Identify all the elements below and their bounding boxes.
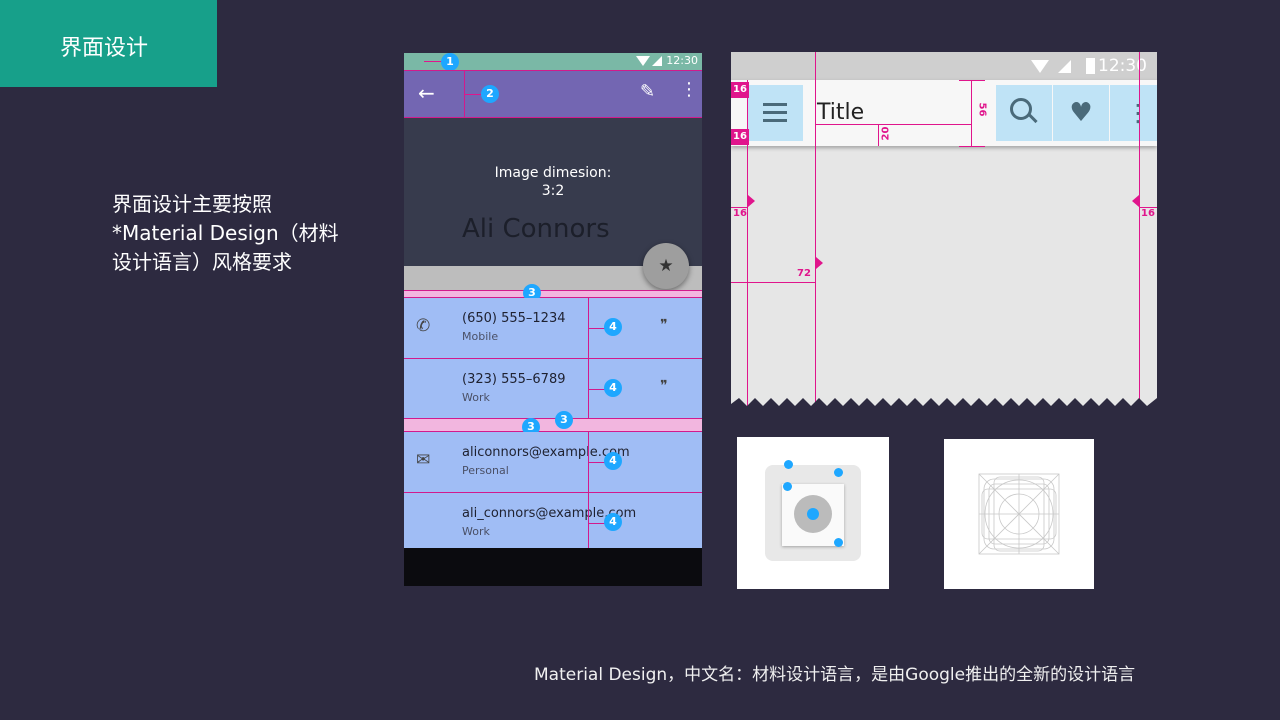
chat-icon[interactable]: ❞ [660, 317, 668, 333]
margin-label-16: 16 [1141, 208, 1155, 219]
image-dimension-line1: Image dimesion: [494, 165, 612, 181]
keyline [464, 71, 465, 119]
image-dimension-line2: 3:2 [541, 183, 565, 199]
marker [1132, 195, 1139, 207]
desc-line-3: 设计语言）风格要求 [112, 250, 292, 274]
list-item[interactable]: ali_connors@example.com Work 4 [404, 493, 702, 554]
margin-label-16: 16 [731, 129, 749, 145]
slide-footer: Material Design，中文名：材料设计语言，是由Google推出的全新… [534, 665, 1136, 685]
signal-icon [652, 56, 662, 66]
slide-title: 界面设计 [60, 36, 149, 61]
badge-4: 4 [604, 379, 622, 397]
badge-1 [784, 460, 793, 469]
contact-name: Ali Connors [462, 214, 610, 244]
badge-3 [783, 482, 792, 491]
badge-4: 4 [604, 452, 622, 470]
status-time: 12:30 [666, 54, 698, 67]
menu-icon[interactable] [747, 85, 803, 141]
margin-label-16: 16 [731, 82, 749, 98]
more-vert-icon[interactable]: ⋮ [680, 79, 698, 100]
keyline-grid-icon [978, 473, 1060, 555]
badge-3: 3 [555, 411, 573, 429]
chat-icon[interactable]: ❞ [660, 378, 668, 394]
list-item-secondary: Personal [462, 464, 509, 477]
padding-indicator [404, 290, 702, 298]
list-item-secondary: Work [462, 525, 490, 538]
keyline [815, 52, 816, 412]
battery-icon [1086, 58, 1095, 74]
keyline [959, 80, 985, 81]
spec-status-bar: 12:30 [731, 52, 1157, 80]
phone-nav-bar [404, 548, 702, 586]
badge-4: 4 [604, 513, 622, 531]
badge-2: 2 [481, 85, 499, 103]
desc-line-2: *Material Design（材料 [112, 221, 339, 245]
search-icon[interactable] [996, 85, 1052, 141]
list-item[interactable]: ✆ (650) 555–1234 Mobile 4 ❞ [404, 298, 702, 359]
email-icon: ✉ [416, 450, 431, 470]
phone-icon: ✆ [416, 316, 431, 336]
keyline [971, 80, 972, 146]
spacing-label-20: 20 [880, 126, 892, 141]
keyline [731, 282, 815, 283]
list-item[interactable]: (323) 555–6789 Work 4 ❞ [404, 359, 702, 420]
slide-description: 界面设计主要按照 *Material Design（材料 设计语言）风格要求 [112, 190, 372, 277]
list-item-secondary: Work [462, 391, 490, 404]
margin-label-16: 16 [733, 208, 747, 219]
list-item-primary: (650) 555–1234 [462, 311, 566, 326]
icon-keyline-grid-card [944, 439, 1094, 589]
padding-indicator [404, 418, 702, 432]
pencil-icon[interactable]: ✎ [640, 81, 655, 102]
list-item[interactable]: ✉ aliconnors@example.com Personal 4 [404, 432, 702, 493]
keyline [815, 124, 971, 125]
wifi-icon [1031, 60, 1049, 73]
keyline-label-72: 72 [797, 268, 811, 279]
marker [816, 257, 823, 269]
signal-icon [1058, 60, 1071, 73]
image-dimension-label: Image dimesion: 3:2 [404, 164, 702, 200]
wifi-icon [636, 56, 650, 66]
phone-status-bar: 12:30 1 [404, 53, 702, 71]
height-label-56: 56 [976, 102, 988, 117]
badge-1: 1 [441, 53, 459, 71]
phone-mockup: 12:30 1 ← 2 ✎ ⋮ Image dimesion: 3:2 Ali … [404, 53, 702, 586]
badge-2 [834, 468, 843, 477]
heart-icon[interactable]: ♥ [1053, 85, 1109, 141]
keyline [1139, 52, 1140, 412]
toolbar-spec-diagram: 12:30 Title ♥ ⋮ 16 16 56 20 16 16 72 [731, 52, 1157, 412]
arrow-back-icon[interactable]: ← [418, 81, 435, 105]
desc-line-1: 界面设计主要按照 [112, 192, 272, 216]
phone-app-bar: ← 2 ✎ ⋮ [404, 70, 702, 119]
spec-toolbar-title: Title [817, 100, 865, 125]
icon-anatomy-card [737, 437, 889, 589]
star-icon[interactable]: ★ [643, 243, 689, 289]
badge-4 [807, 508, 819, 520]
list-item-primary: (323) 555–6789 [462, 372, 566, 387]
badge-4: 4 [604, 318, 622, 336]
keyline [959, 146, 985, 147]
marker [748, 195, 755, 207]
list-item-secondary: Mobile [462, 330, 499, 343]
more-vert-icon[interactable]: ⋮ [1110, 85, 1157, 141]
keyline [878, 124, 879, 146]
spec-toolbar: Title ♥ ⋮ [731, 80, 1157, 146]
badge-5 [834, 538, 843, 547]
slide-title-bar: 界面设计 [0, 0, 217, 87]
torn-edge [731, 398, 1157, 412]
